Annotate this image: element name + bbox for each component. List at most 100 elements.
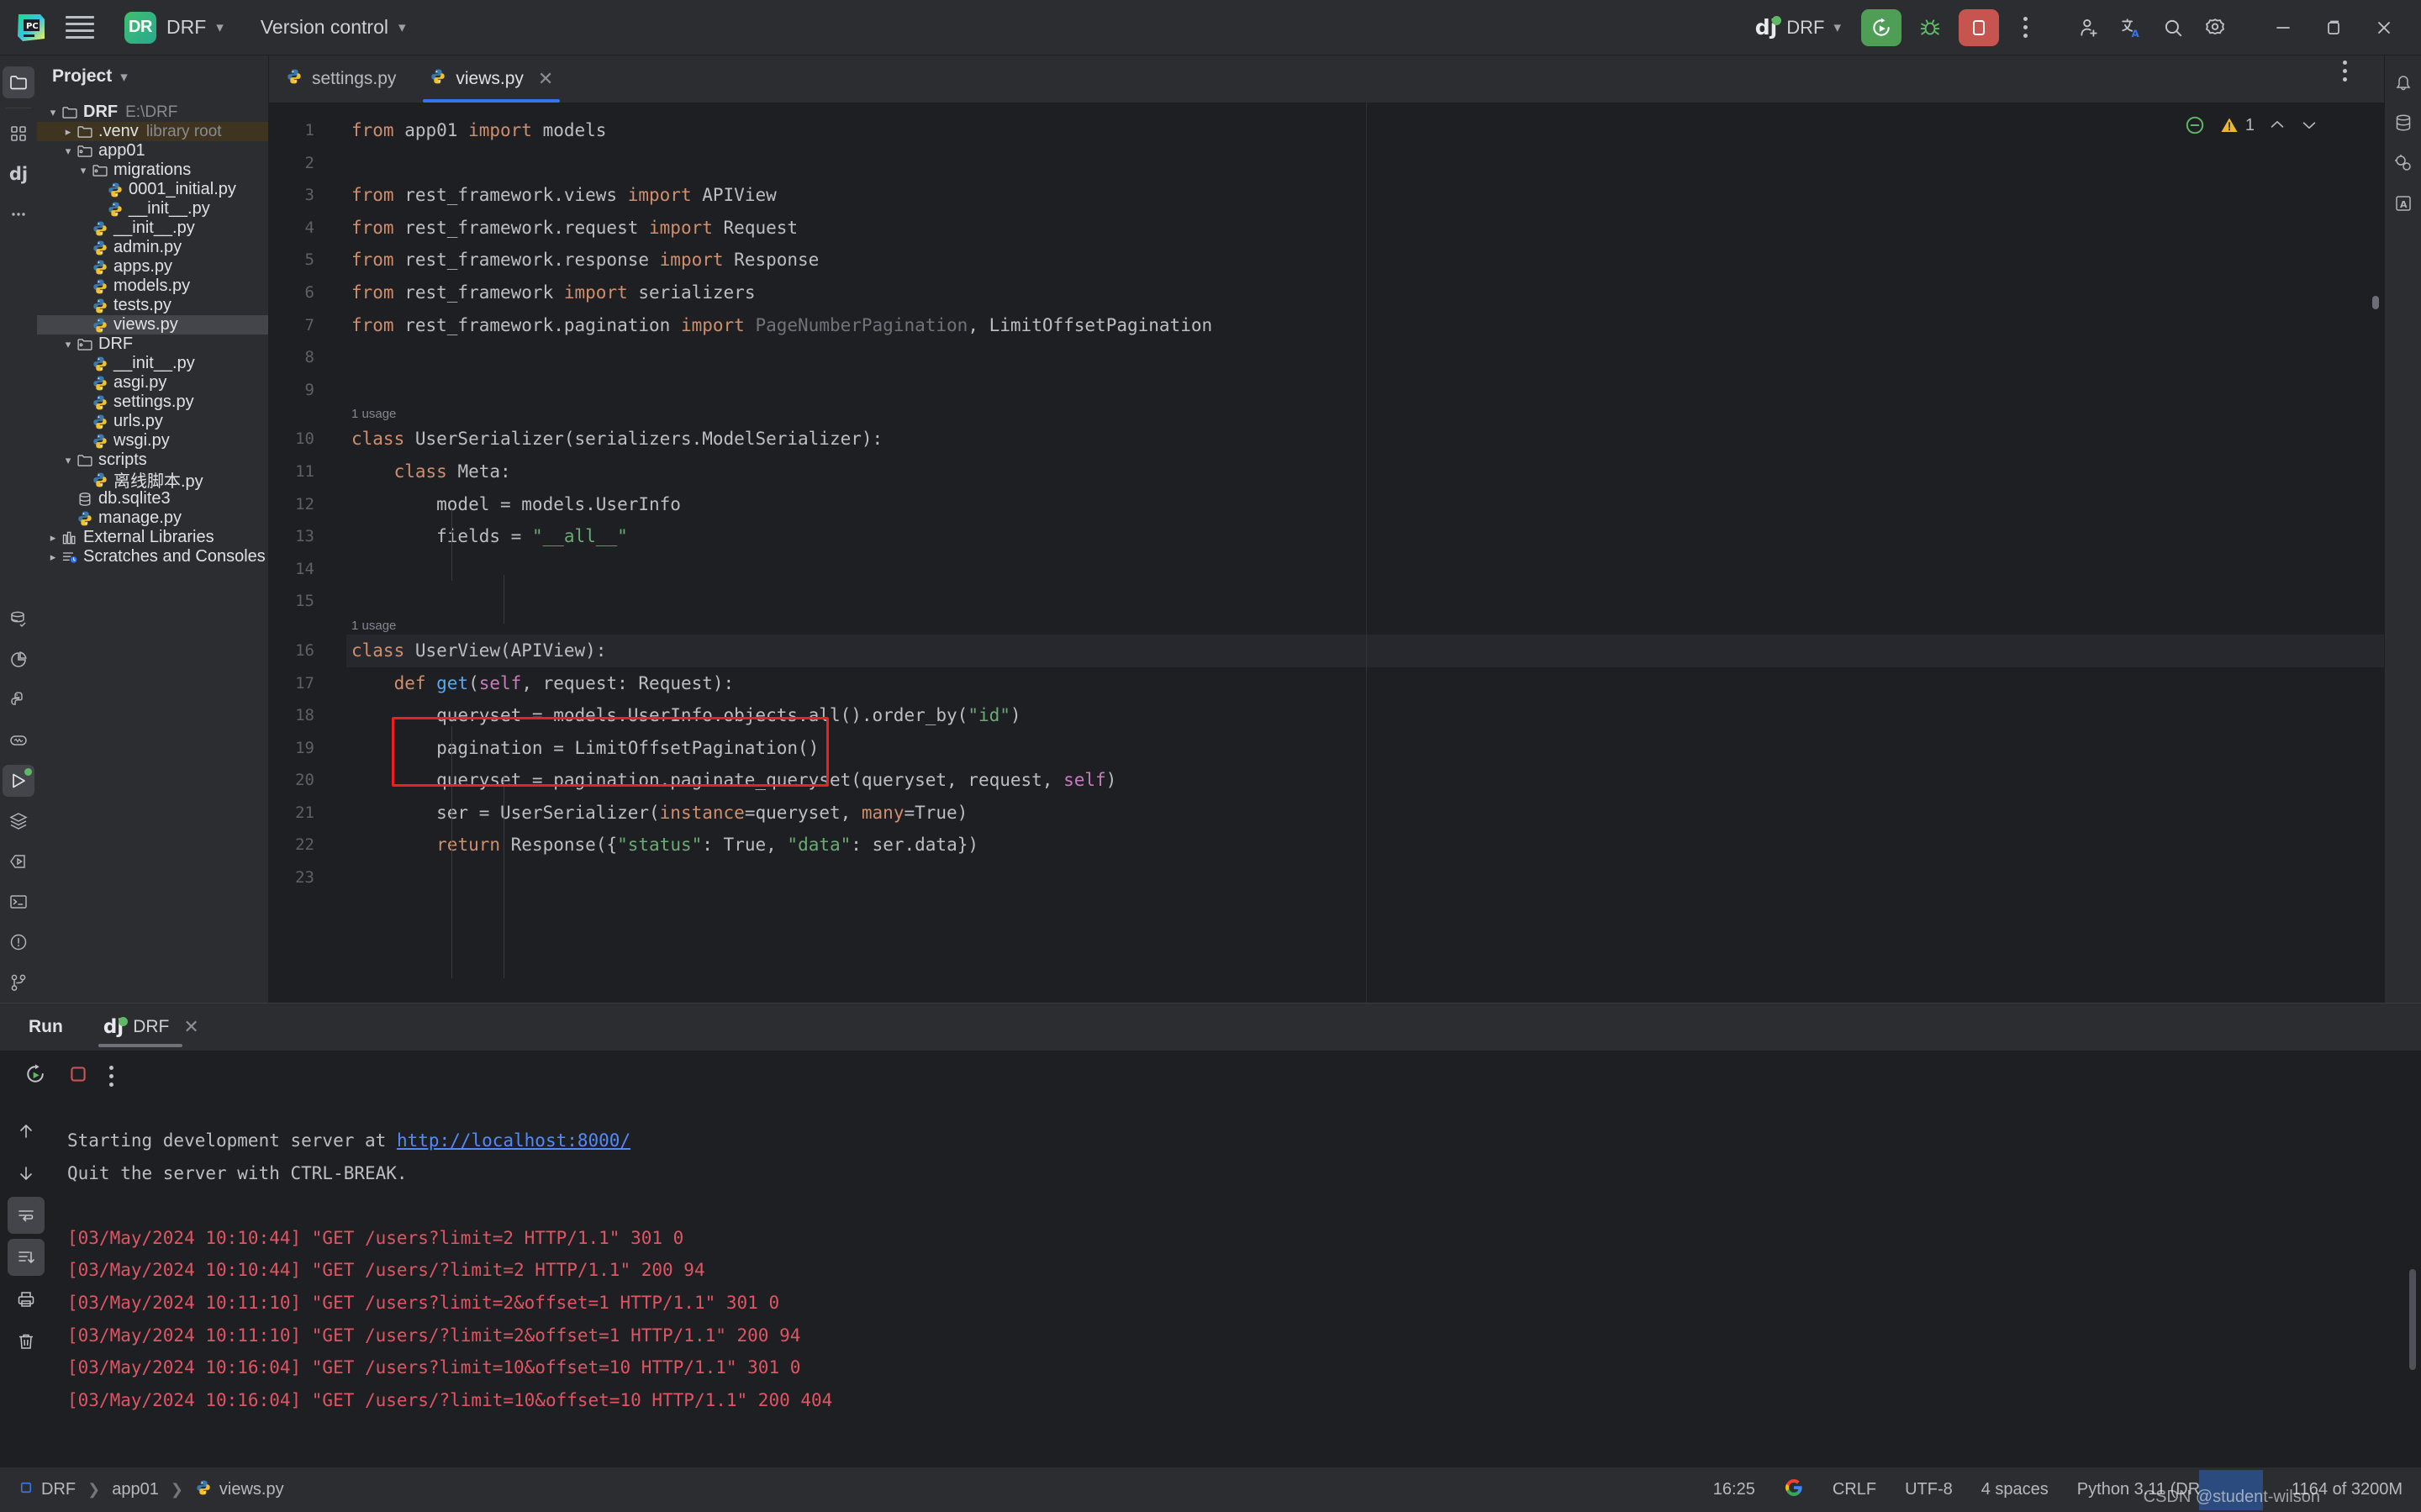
tree-item--init-py[interactable]: __init__.py [37, 199, 268, 219]
tree-item-migrations[interactable]: ▾ migrations [37, 161, 268, 180]
tree-item-0001-initial-py[interactable]: 0001_initial.py [37, 180, 268, 199]
run-button[interactable] [1861, 8, 1901, 46]
memory-indicator[interactable]: 1164 of 3200M [2292, 1480, 2403, 1499]
code-line-21[interactable]: ser = UserSerializer(instance=queryset, … [346, 797, 2384, 830]
version-control-menu[interactable]: Version control ▾ [261, 16, 406, 39]
tree-item--init-py[interactable]: __init__.py [37, 219, 268, 238]
chevron-down-icon[interactable]: ▾ [45, 106, 61, 119]
tree-item-urls-py[interactable]: urls.py [37, 412, 268, 431]
sidebar-item-endpoints[interactable] [3, 846, 34, 877]
main-menu-icon[interactable] [66, 13, 94, 42]
code-line-23[interactable] [346, 861, 2384, 894]
minimize-icon[interactable] [2258, 0, 2308, 55]
tree-item-admin-py[interactable]: admin.py [37, 238, 268, 257]
more-tool-windows-icon[interactable] [3, 198, 34, 230]
code-folding-column[interactable] [326, 103, 346, 1003]
code-line-14[interactable] [346, 553, 2384, 586]
lock-icon[interactable] [2244, 1478, 2263, 1502]
code-line-10[interactable]: class UserSerializer(serializers.ModelSe… [346, 423, 2384, 456]
breadcrumb-item-app01[interactable]: app01 [112, 1480, 159, 1499]
line-separator-label[interactable]: CRLF [1833, 1480, 1876, 1499]
chevron-down-icon[interactable]: ▾ [61, 338, 76, 351]
tree-item-manage-py[interactable]: manage.py [37, 508, 268, 528]
more-actions-button[interactable] [2004, 8, 2046, 48]
stop-button[interactable] [1959, 8, 1999, 46]
sidebar-item-django[interactable]: dj [3, 158, 34, 190]
run-configuration-selector[interactable]: dj DRF ▾ [1747, 12, 1849, 44]
editor-tab-views[interactable]: views.py ✕ [413, 55, 570, 103]
chevron-right-icon[interactable]: ▸ [45, 551, 61, 564]
chevron-right-icon[interactable]: ▸ [61, 125, 76, 139]
tree-item-wsgi-py[interactable]: wsgi.py [37, 431, 268, 450]
close-icon[interactable]: ✕ [183, 1018, 198, 1036]
add-user-icon[interactable] [2068, 8, 2110, 48]
warning-count[interactable]: 1 [2219, 115, 2255, 135]
interpreter-label[interactable]: Python 3.11 (DRF) [2077, 1480, 2216, 1499]
sidebar-item-project[interactable] [3, 66, 34, 98]
project-selector[interactable]: DR DRF ▾ [116, 8, 232, 48]
more-actions-button[interactable] [109, 1065, 113, 1087]
breadcrumb[interactable]: DRF ❯ app01 ❯ views.py [18, 1479, 284, 1501]
scroll-to-end-icon[interactable] [8, 1239, 45, 1276]
code-line-17[interactable]: def get(self, request: Request): [346, 667, 2384, 700]
sidebar-item-notifications-widget[interactable] [3, 724, 34, 756]
tree-item-scratches-and-consoles[interactable]: ▸ Scratches and Consoles [37, 547, 268, 566]
code-line-8[interactable] [346, 341, 2384, 374]
tree-item-db-sqlite3[interactable]: db.sqlite3 [37, 489, 268, 508]
code-line-7[interactable]: from rest_framework.pagination import Pa… [346, 309, 2384, 342]
tree-item-views-py[interactable]: views.py [37, 315, 268, 335]
sidebar-item-terminal[interactable] [3, 886, 34, 918]
close-icon[interactable] [2359, 0, 2409, 55]
sidebar-item-python-packages[interactable] [3, 684, 34, 716]
tree-item-settings-py[interactable]: settings.py [37, 392, 268, 412]
tree-item-asgi-py[interactable]: asgi.py [37, 373, 268, 392]
code-content[interactable]: from app01 import models from rest_frame… [346, 103, 2384, 1003]
rerun-button[interactable] [24, 1062, 47, 1090]
down-arrow-icon[interactable] [8, 1155, 45, 1192]
gear-icon[interactable] [2194, 8, 2236, 48]
code-line-1[interactable]: from app01 import models [346, 114, 2384, 147]
code-line-2[interactable] [346, 147, 2384, 180]
sidebar-item-database[interactable] [3, 603, 34, 635]
code-line-19[interactable]: pagination = LimitOffsetPagination() [346, 732, 2384, 765]
breadcrumb-item-views-py[interactable]: views.py [195, 1479, 284, 1501]
code-line-11[interactable]: class Meta: [346, 456, 2384, 488]
soft-wrap-icon[interactable] [8, 1197, 45, 1234]
tree-item-drf[interactable]: ▾ DRF [37, 335, 268, 354]
code-line-15[interactable] [346, 585, 2384, 618]
chevron-down-icon[interactable]: ▾ [76, 164, 91, 177]
stop-button[interactable] [67, 1063, 89, 1089]
project-tree[interactable]: ▾ DRF E:\DRF ▸ .venv library root ▾ app01 ▾ m… [37, 97, 268, 566]
code-line-18[interactable]: queryset = models.UserInfo.objects.all()… [346, 699, 2384, 732]
search-icon[interactable] [2152, 8, 2194, 48]
debug-button[interactable] [1912, 9, 1949, 46]
tree-item-external-libraries[interactable]: ▸ External Libraries [37, 528, 268, 547]
sidebar-item-profiler[interactable] [3, 644, 34, 676]
tree-item--init-py[interactable]: __init__.py [37, 354, 268, 373]
tree-item-drf[interactable]: ▾ DRF E:\DRF [37, 103, 268, 122]
code-line-22[interactable]: return Response({"status": True, "data":… [346, 829, 2384, 861]
code-line-13[interactable]: fields = "__all__" [346, 520, 2384, 553]
tree-item-app01[interactable]: ▾ app01 [37, 141, 268, 161]
usage-hint[interactable]: 1 usage [346, 618, 2384, 635]
editor-scrollbar-thumb[interactable] [2372, 296, 2379, 309]
chevron-right-icon[interactable]: ▸ [45, 531, 61, 545]
google-icon[interactable] [1784, 1478, 1804, 1503]
sidebar-item-structure[interactable] [3, 118, 34, 150]
run-tab-drf[interactable]: dj DRF ✕ [98, 1004, 204, 1051]
tree-item-apps-py[interactable]: apps.py [37, 257, 268, 277]
tree-item-tests-py[interactable]: tests.py [37, 296, 268, 315]
sidebar-item-problems[interactable] [3, 926, 34, 958]
indent-label[interactable]: 4 spaces [1981, 1480, 2049, 1499]
code-line-9[interactable] [346, 374, 2384, 407]
print-icon[interactable] [8, 1281, 45, 1318]
notifications-icon[interactable] [2387, 66, 2419, 98]
database-icon[interactable] [2387, 107, 2419, 139]
sidebar-item-run[interactable] [3, 765, 34, 797]
code-line-12[interactable]: model = models.UserInfo [346, 488, 2384, 521]
code-line-3[interactable]: from rest_framework.views import APIView [346, 179, 2384, 212]
tree-item-models-py[interactable]: models.py [37, 277, 268, 296]
console-link[interactable]: http://localhost:8000/ [397, 1130, 630, 1151]
breadcrumb-item-drf[interactable]: DRF [18, 1480, 76, 1500]
sidebar-item-version-control[interactable] [3, 967, 34, 998]
